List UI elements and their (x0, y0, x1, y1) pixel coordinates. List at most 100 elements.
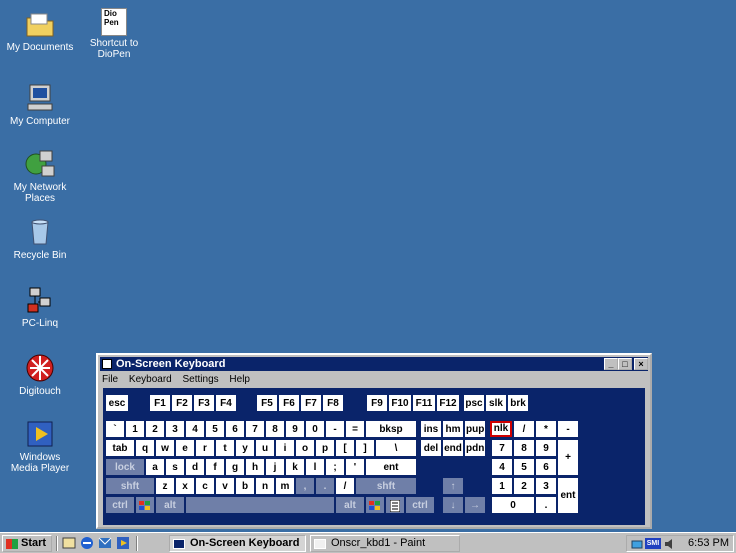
key-e[interactable]: e (176, 440, 194, 456)
key-left-shift[interactable]: shft (106, 478, 154, 494)
key-m[interactable]: m (276, 478, 294, 494)
volume-icon[interactable] (664, 538, 676, 550)
start-button[interactable]: Start (2, 535, 52, 552)
key-numpad-divide[interactable]: / (514, 421, 534, 437)
key-i[interactable]: i (276, 440, 294, 456)
key-caps-lock[interactable]: lock (106, 459, 144, 475)
key-ins[interactable]: ins (421, 421, 441, 437)
key-t[interactable]: t (216, 440, 234, 456)
key-f11[interactable]: F11 (413, 395, 435, 411)
key-n[interactable]: n (256, 478, 274, 494)
key-a[interactable]: a (146, 459, 164, 475)
key-numpad-2[interactable]: 2 (514, 478, 534, 494)
key-arrow-up[interactable]: ↑ (443, 478, 463, 494)
key-f8[interactable]: F8 (323, 395, 343, 411)
key-f[interactable]: f (206, 459, 224, 475)
key-comma[interactable]: , (296, 478, 314, 494)
key-page-up[interactable]: pup (465, 421, 485, 437)
key-space[interactable] (186, 497, 334, 513)
key-f4[interactable]: F4 (216, 395, 236, 411)
key-backslash[interactable]: \ (376, 440, 416, 456)
key-arrow-right[interactable]: → (465, 497, 485, 513)
key-8[interactable]: 8 (266, 421, 284, 437)
desktop-icon-recycle-bin[interactable]: Recycle Bin (0, 216, 80, 261)
show-desktop-icon[interactable] (62, 536, 76, 550)
close-button[interactable]: × (634, 358, 648, 370)
key-tab[interactable]: tab (106, 440, 134, 456)
desktop-icon-pc-linq[interactable]: PC-Linq (0, 284, 80, 329)
key-f7[interactable]: F7 (301, 395, 321, 411)
key-right-windows[interactable] (366, 497, 384, 513)
key-del[interactable]: del (421, 440, 441, 456)
key-left-alt[interactable]: alt (156, 497, 184, 513)
key-left-ctrl[interactable]: ctrl (106, 497, 134, 513)
key-psc[interactable]: psc (464, 395, 484, 411)
key-slk[interactable]: slk (486, 395, 506, 411)
key-q[interactable]: q (136, 440, 154, 456)
menu-keyboard[interactable]: Keyboard (129, 374, 172, 385)
key-f6[interactable]: F6 (279, 395, 299, 411)
key-end[interactable]: end (443, 440, 463, 456)
outlook-express-icon[interactable] (98, 536, 112, 550)
desktop-icon-my-network-places[interactable]: My Network Places (0, 148, 80, 204)
maximize-button[interactable]: □ (618, 358, 632, 370)
key-equals[interactable]: = (346, 421, 364, 437)
desktop-icon-digitouch[interactable]: Digitouch (0, 352, 80, 397)
key-home[interactable]: hm (443, 421, 463, 437)
key-g[interactable]: g (226, 459, 244, 475)
key-numpad-decimal[interactable]: . (536, 497, 556, 513)
key-quote[interactable]: ' (346, 459, 364, 475)
key-right-shift[interactable]: shft (356, 478, 416, 494)
key-r[interactable]: r (196, 440, 214, 456)
key-right-bracket[interactable]: ] (356, 440, 374, 456)
key-numpad-8[interactable]: 8 (514, 440, 534, 456)
key-s[interactable]: s (166, 459, 184, 475)
desktop-icon-diopen[interactable]: Dio Pen Shortcut to DioPen (74, 8, 154, 60)
key-h[interactable]: h (246, 459, 264, 475)
key-numpad-add[interactable]: + (558, 440, 578, 475)
key-right-ctrl[interactable]: ctrl (406, 497, 434, 513)
key-j[interactable]: j (266, 459, 284, 475)
desktop-icon-windows-media-player[interactable]: Windows Media Player (0, 418, 80, 474)
taskbar-task-paint[interactable]: Onscr_kbd1 - Paint (310, 535, 460, 552)
key-u[interactable]: u (256, 440, 274, 456)
key-l[interactable]: l (306, 459, 324, 475)
key-brk[interactable]: brk (508, 395, 528, 411)
key-3[interactable]: 3 (166, 421, 184, 437)
key-2[interactable]: 2 (146, 421, 164, 437)
key-0[interactable]: 0 (306, 421, 324, 437)
key-c[interactable]: c (196, 478, 214, 494)
key-enter[interactable]: ent (366, 459, 416, 475)
key-d[interactable]: d (186, 459, 204, 475)
network-tray-icon[interactable] (631, 538, 643, 550)
key-p[interactable]: p (316, 440, 334, 456)
key-page-down[interactable]: pdn (465, 440, 485, 456)
key-num-lock[interactable]: nlk (490, 421, 512, 437)
key-f3[interactable]: F3 (194, 395, 214, 411)
key-f1[interactable]: F1 (150, 395, 170, 411)
key-minus[interactable]: - (326, 421, 344, 437)
key-menu[interactable] (386, 497, 404, 513)
key-numpad-subtract[interactable]: - (558, 421, 578, 437)
key-o[interactable]: o (296, 440, 314, 456)
key-k[interactable]: k (286, 459, 304, 475)
key-backtick[interactable]: ` (106, 421, 124, 437)
key-period[interactable]: . (316, 478, 334, 494)
key-1[interactable]: 1 (126, 421, 144, 437)
internet-explorer-icon[interactable] (80, 536, 94, 550)
key-numpad-enter[interactable]: ent (558, 478, 578, 513)
key-left-windows[interactable] (136, 497, 154, 513)
key-f12[interactable]: F12 (437, 395, 459, 411)
key-f5[interactable]: F5 (257, 395, 277, 411)
key-w[interactable]: w (156, 440, 174, 456)
key-numpad-multiply[interactable]: * (536, 421, 556, 437)
key-7[interactable]: 7 (246, 421, 264, 437)
key-9[interactable]: 9 (286, 421, 304, 437)
key-y[interactable]: y (236, 440, 254, 456)
menu-file[interactable]: File (102, 374, 118, 385)
key-5[interactable]: 5 (206, 421, 224, 437)
menu-settings[interactable]: Settings (183, 374, 219, 385)
key-numpad-7[interactable]: 7 (492, 440, 512, 456)
key-numpad-0[interactable]: 0 (492, 497, 534, 513)
desktop-icon-my-documents[interactable]: My Documents (0, 8, 80, 53)
